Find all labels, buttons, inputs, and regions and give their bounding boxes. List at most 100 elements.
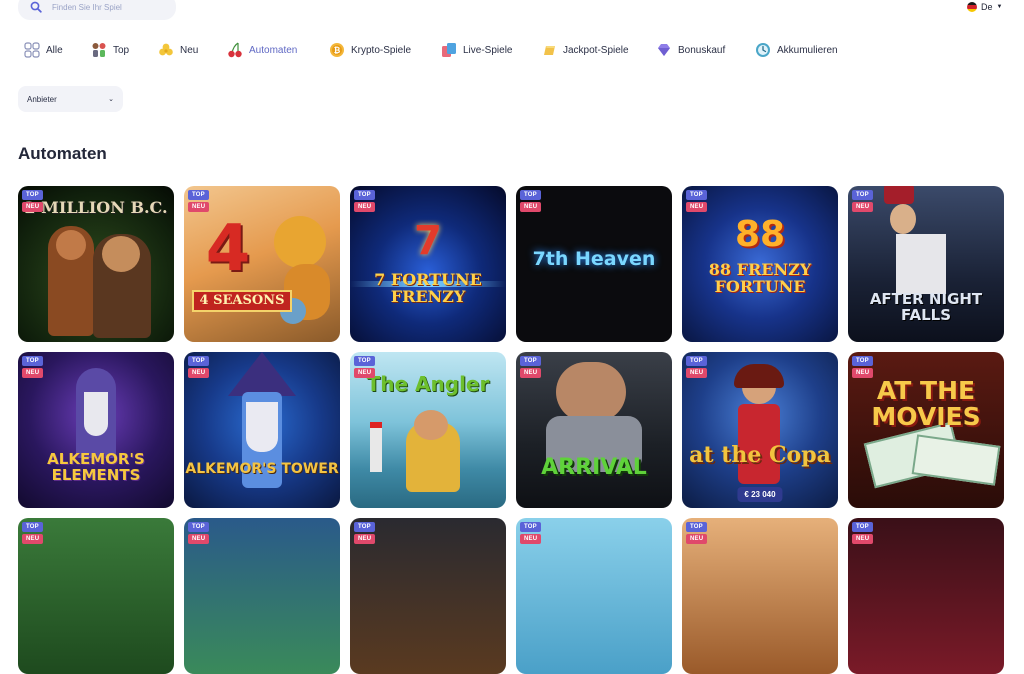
game-tile[interactable]: at the Copa € 23 040 TOP NEU bbox=[682, 352, 838, 508]
new-badge: NEU bbox=[22, 534, 44, 544]
category-label: Alle bbox=[46, 44, 63, 56]
provider-filter[interactable]: Anbieter ⌄ bbox=[18, 86, 123, 112]
category-jackpot-spiele[interactable]: Jackpot-Spiele bbox=[541, 40, 629, 60]
category-krypto-spiele[interactable]: ₿ Krypto-Spiele bbox=[329, 40, 411, 60]
game-tile[interactable]: ALKEMOR'S TOWER TOP NEU bbox=[184, 352, 340, 508]
category-label: Akkumulieren bbox=[777, 44, 838, 56]
new-badge: NEU bbox=[22, 368, 44, 378]
cards-icon bbox=[442, 43, 456, 57]
svg-text:₿: ₿ bbox=[334, 46, 341, 55]
clock-icon bbox=[756, 43, 770, 57]
game-tile[interactable]: The Angler TOP NEU bbox=[350, 352, 506, 508]
top-badge: TOP bbox=[22, 356, 43, 366]
top-badge: TOP bbox=[852, 356, 873, 366]
new-badge: NEU bbox=[354, 534, 376, 544]
game-tile[interactable]: 2 MILLION B.C. TOP NEU bbox=[18, 186, 174, 342]
top-badge: TOP bbox=[852, 190, 873, 200]
new-badge: NEU bbox=[354, 368, 376, 378]
new-badge: NEU bbox=[852, 534, 874, 544]
top-icon bbox=[92, 43, 106, 57]
cherries-icon bbox=[228, 42, 242, 58]
category-label: Neu bbox=[180, 44, 199, 56]
game-title: 7 FORTUNE FRENZY bbox=[374, 270, 482, 306]
top-badge: TOP bbox=[686, 356, 707, 366]
game-title: ALKEMOR'S ELEMENTS bbox=[47, 450, 145, 484]
top-badge: TOP bbox=[686, 522, 707, 532]
game-tile[interactable]: TOP NEU bbox=[682, 518, 838, 674]
game-tile[interactable]: TOP NEU bbox=[184, 518, 340, 674]
category-label: Bonuskauf bbox=[678, 44, 726, 56]
category-label: Krypto-Spiele bbox=[351, 44, 412, 56]
game-tile[interactable]: AT THE MOVIES TOP NEU bbox=[848, 352, 1004, 508]
game-tile[interactable]: 4 4 SEASONS TOP NEU bbox=[184, 186, 340, 342]
category-neu[interactable]: Neu bbox=[158, 40, 198, 60]
category-label: Top bbox=[113, 44, 130, 56]
search-box[interactable] bbox=[18, 0, 176, 20]
top-bar: De ▼ bbox=[0, 0, 1024, 24]
top-badge: TOP bbox=[520, 356, 541, 366]
chevron-down-icon: ⌄ bbox=[108, 96, 114, 103]
top-badge: TOP bbox=[188, 356, 209, 366]
top-badge: TOP bbox=[354, 190, 375, 200]
category-nav: Alle Top Neu Automaten ₿ Krypto-Spiele L… bbox=[0, 40, 1024, 60]
category-top[interactable]: Top bbox=[91, 40, 129, 60]
new-badge: NEU bbox=[22, 202, 44, 212]
game-title: ARRIVAL bbox=[541, 455, 647, 480]
language-selector[interactable]: De ▼ bbox=[967, 2, 1002, 12]
language-label: De bbox=[981, 2, 993, 12]
game-tile[interactable]: TOP NEU bbox=[516, 518, 672, 674]
top-badge: TOP bbox=[354, 356, 375, 366]
search-input[interactable] bbox=[52, 2, 162, 12]
top-badge: TOP bbox=[354, 522, 375, 532]
game-title: 88 FRENZY FORTUNE bbox=[708, 260, 812, 296]
new-badge: NEU bbox=[852, 202, 874, 212]
new-badge: NEU bbox=[520, 202, 542, 212]
category-label: Live-Spiele bbox=[463, 44, 513, 56]
search-icon bbox=[30, 1, 42, 13]
new-badge: NEU bbox=[188, 368, 210, 378]
game-tile[interactable]: AFTER NIGHT FALLS TOP NEU bbox=[848, 186, 1004, 342]
category-alle[interactable]: Alle bbox=[24, 40, 63, 60]
jackpot-amount: € 23 040 bbox=[737, 487, 783, 502]
new-badge: NEU bbox=[686, 368, 708, 378]
game-tile[interactable]: 7 7 FORTUNE FRENZY TOP NEU bbox=[350, 186, 506, 342]
clover-icon bbox=[159, 43, 173, 56]
game-tile[interactable]: TOP NEU bbox=[18, 518, 174, 674]
top-badge: TOP bbox=[520, 522, 541, 532]
top-badge: TOP bbox=[686, 190, 707, 200]
game-title: AFTER NIGHT FALLS bbox=[869, 290, 983, 324]
top-badge: TOP bbox=[22, 522, 43, 532]
chevron-down-icon: ▼ bbox=[996, 4, 1003, 10]
new-badge: NEU bbox=[520, 368, 542, 378]
game-tile[interactable]: ARRIVAL TOP NEU bbox=[516, 352, 672, 508]
grid-icon bbox=[24, 42, 40, 58]
section-title: Automaten bbox=[18, 144, 107, 163]
category-bonuskauf[interactable]: Bonuskauf bbox=[656, 40, 725, 60]
category-label: Jackpot-Spiele bbox=[563, 44, 629, 56]
top-badge: TOP bbox=[852, 522, 873, 532]
diamond-icon bbox=[658, 44, 670, 56]
game-tile[interactable]: 7th Heaven TOP NEU bbox=[516, 186, 672, 342]
category-live-spiele[interactable]: Live-Spiele bbox=[441, 40, 512, 60]
game-title: 7th Heaven bbox=[532, 248, 656, 270]
game-title: 4 SEASONS bbox=[192, 290, 292, 312]
new-badge: NEU bbox=[686, 202, 708, 212]
provider-filter-label: Anbieter bbox=[27, 94, 57, 104]
game-tile[interactable]: 88 88 FRENZY FORTUNE TOP NEU bbox=[682, 186, 838, 342]
category-automaten[interactable]: Automaten bbox=[227, 40, 297, 60]
game-tile[interactable]: TOP NEU bbox=[848, 518, 1004, 674]
game-tile[interactable]: ALKEMOR'S ELEMENTS TOP NEU bbox=[18, 352, 174, 508]
new-badge: NEU bbox=[686, 534, 708, 544]
new-badge: NEU bbox=[354, 202, 376, 212]
game-title: ALKEMOR'S TOWER bbox=[185, 461, 339, 477]
game-title: at the Copa bbox=[689, 442, 831, 468]
game-tile[interactable]: TOP NEU bbox=[350, 518, 506, 674]
new-badge: NEU bbox=[188, 202, 210, 212]
top-badge: TOP bbox=[188, 190, 209, 200]
category-akkumulieren[interactable]: Akkumulieren bbox=[755, 40, 838, 60]
top-badge: TOP bbox=[22, 190, 43, 200]
bitcoin-icon: ₿ bbox=[330, 43, 344, 57]
german-flag-icon bbox=[967, 2, 977, 12]
new-badge: NEU bbox=[520, 534, 542, 544]
top-badge: TOP bbox=[188, 522, 209, 532]
